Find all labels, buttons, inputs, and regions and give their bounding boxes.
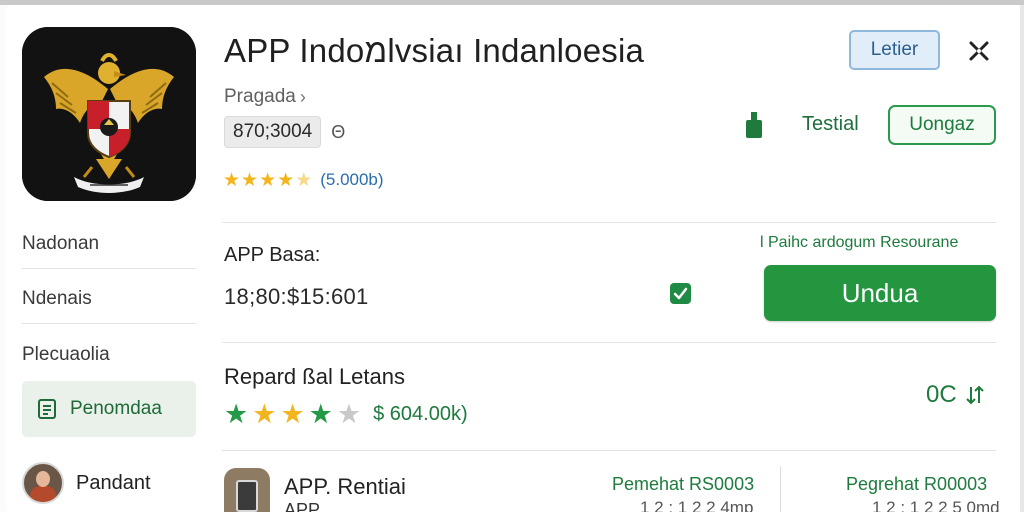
scrollbar[interactable] — [1020, 5, 1024, 512]
bottom-app-title[interactable]: APP. Rentiai — [284, 474, 406, 500]
app-icon-garuda-emblem — [22, 27, 196, 201]
avatar — [22, 462, 64, 504]
section-divider — [222, 450, 996, 451]
reviews-side-text: 0C — [926, 381, 957, 408]
star-icon: ★ — [308, 399, 333, 429]
reviews-side-action[interactable]: 0C — [926, 381, 987, 409]
sidebar-divider — [22, 323, 196, 324]
sidebar-item-plecuaolia[interactable]: Plecuaolia — [22, 344, 196, 366]
app-code-chip: 870;3004 — [224, 116, 322, 148]
basa-value: 18;80:$15:601 — [224, 284, 369, 309]
download-button[interactable]: Undua — [764, 265, 996, 321]
review-stars: ★ ★ ★ ★ ★ — [224, 401, 361, 428]
secondary-action-button[interactable]: Uongaz — [888, 105, 996, 145]
star-empty-icon: ★ — [336, 399, 362, 429]
star-icon: ★ — [280, 399, 305, 429]
column-1-label: Pemehat RS0003 — [612, 474, 755, 494]
sidebar-item-active[interactable]: Penomdaa — [22, 381, 196, 437]
column-1-time: 1 2 : 1 2 2 4mp — [640, 498, 754, 512]
star-icon: ★ — [252, 399, 277, 429]
resource-link[interactable]: l Paihc ardogum Resourane — [760, 234, 958, 252]
publisher-name: Pragada — [224, 86, 296, 107]
star-icon: ★ — [224, 399, 249, 429]
column-2-time: 1 2 : 1 2 2 5 0md — [872, 498, 1000, 512]
basa-label: APP Basa: — [224, 244, 321, 266]
half-star-icon: ★ — [295, 169, 313, 191]
rating-stars: ★ ★ ★ ★ ★ — [223, 171, 312, 190]
bottom-app-subtitle: APP — [284, 500, 321, 512]
star-icon: ★ — [277, 169, 295, 191]
app-thumbnail[interactable] — [224, 468, 270, 512]
document-icon — [38, 399, 56, 419]
star-icon: ★ — [259, 169, 277, 191]
section-divider — [222, 222, 996, 223]
column-separator — [780, 466, 781, 512]
rating-count: (5.000b) — [320, 170, 384, 189]
install-icon — [742, 110, 766, 140]
app-rating: ★ ★ ★ ★ ★ (5.000b) — [223, 170, 384, 190]
user-profile[interactable]: Pandant — [22, 462, 151, 504]
star-icon: ★ — [223, 169, 241, 191]
review-count: $ 604.00k) — [373, 403, 468, 425]
section-divider — [222, 342, 996, 343]
share-icon — [965, 385, 984, 405]
app-title: APP Indoמlvsiaı Indanloesia — [224, 32, 645, 69]
code-symbol: Θ — [331, 121, 346, 142]
app-code-row: 870;3004 Θ — [224, 116, 345, 148]
publisher-link[interactable]: Pragada › — [224, 86, 306, 108]
sidebar-item-label: Penomdaa — [70, 398, 162, 419]
sidebar-item-ndenais[interactable]: Ndenais — [22, 288, 196, 310]
close-icon[interactable] — [964, 36, 994, 66]
column-2-label: Pegrehat R00003 — [846, 474, 988, 494]
star-icon: ★ — [241, 169, 259, 191]
chevron-right-icon: › — [299, 86, 306, 107]
profile-name: Pandant — [76, 471, 151, 494]
reviews-label: Repard ßal Letans — [224, 364, 405, 389]
sidebar-item-nadonan[interactable]: Nadonan — [22, 233, 196, 255]
reviews-rating: ★ ★ ★ ★ ★ $ 604.00k) — [224, 401, 468, 428]
letter-button[interactable]: Letier — [849, 30, 940, 70]
install-label[interactable]: Testial — [802, 113, 859, 136]
sidebar-divider — [22, 268, 196, 269]
checkbox-checked-icon[interactable] — [670, 283, 691, 304]
